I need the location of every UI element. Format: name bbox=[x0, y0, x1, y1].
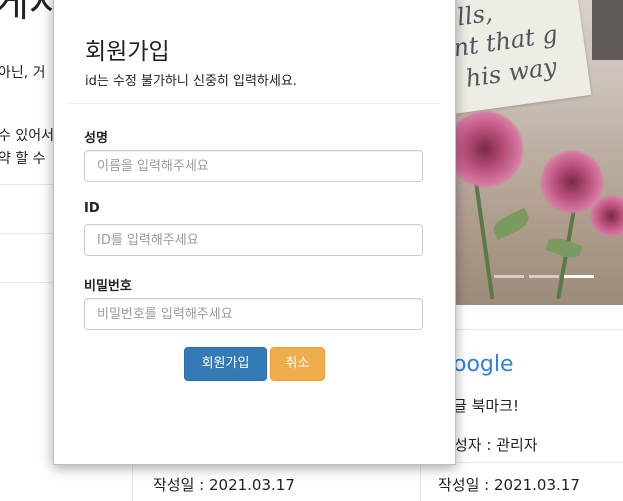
modal-title: 회원가입 bbox=[85, 39, 170, 65]
name-label: 성명 bbox=[84, 131, 108, 146]
password-label: 비밀번호 bbox=[84, 279, 132, 294]
signup-submit-button[interactable]: 회원가입 bbox=[184, 347, 267, 381]
signup-modal: 회원가입 id는 수정 불가하니 신중히 입력하세요. 성명 ID 비밀번호 회… bbox=[53, 0, 456, 465]
name-input[interactable] bbox=[84, 150, 423, 182]
modal-subtitle: id는 수정 불가하니 신중히 입력하세요. bbox=[85, 74, 297, 89]
cancel-button[interactable]: 취소 bbox=[270, 347, 325, 381]
id-input[interactable] bbox=[84, 224, 423, 256]
id-label: ID bbox=[84, 201, 100, 216]
password-input[interactable] bbox=[84, 298, 423, 330]
modal-header-divider bbox=[69, 103, 439, 104]
